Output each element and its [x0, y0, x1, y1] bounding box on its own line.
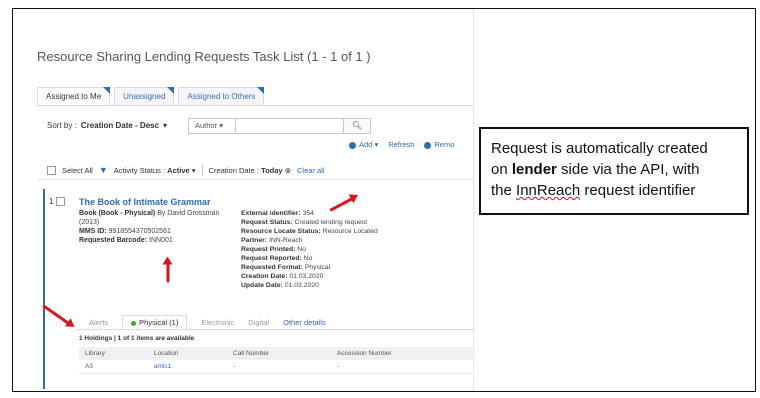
table-cell-library: A3: [79, 360, 148, 374]
chevron-down-icon: ▾: [219, 121, 223, 130]
search-button[interactable]: 🔍︎: [343, 118, 371, 134]
page-title: Resource Sharing Lending Requests Task L…: [37, 49, 371, 64]
tab-physical[interactable]: Physical (1): [122, 315, 188, 330]
detail-external-identifier: External identifier: 354: [241, 210, 314, 217]
annotation-callout: Request is automatically created on lend…: [479, 127, 749, 215]
task-tabs: Assigned to Me Unassigned Assigned to Ot…: [37, 87, 265, 106]
search-input[interactable]: [235, 118, 345, 134]
table-cell-location-link[interactable]: amlc1: [147, 360, 227, 374]
record-subtabs: Alerts Physical (1) Electronic Digital O…: [89, 315, 326, 330]
tab-corner-marker: [103, 87, 111, 94]
search-icon: 🔍︎: [351, 121, 363, 130]
activity-status-filter[interactable]: Activity Status : Active ▾: [114, 166, 196, 175]
list-actions: Add ▾ Refresh Remo: [349, 140, 455, 149]
creation-date-filter[interactable]: Creation Date : Today ⊗: [209, 166, 291, 175]
tab-other-details[interactable]: Other details: [283, 318, 326, 327]
record-format: Book (Book - Physical): [79, 210, 156, 217]
annotation-arrow-barcode: [166, 262, 170, 283]
select-all-checkbox[interactable]: [47, 165, 56, 175]
refresh-button[interactable]: Refresh: [388, 140, 414, 149]
tab-assigned-to-others[interactable]: Assigned to Others: [178, 87, 265, 106]
table-cell-accession-number: -: [331, 360, 475, 374]
detail-creation-date: Creation Date: 01.03.2020: [241, 273, 324, 280]
tab-electronic[interactable]: Electronic: [201, 318, 234, 327]
detail-resource-locate-status: Resource Locate Status: Resource Located: [241, 228, 378, 235]
select-all-label: Select All: [62, 165, 93, 175]
record-number: 1: [49, 197, 66, 206]
record-bib-info: Book (Book - Physical) By David Grossman…: [79, 210, 220, 244]
mms-id: 9918554370502561: [108, 228, 171, 235]
filter-icon: ▼: [98, 165, 108, 175]
task-list-screenshot: Resource Sharing Lending Requests Task L…: [13, 9, 475, 391]
column-header: Call Number: [227, 347, 332, 360]
slide-frame: Resource Sharing Lending Requests Task L…: [12, 8, 756, 392]
divider: [201, 164, 203, 176]
detail-update-date: Update Date: 01.03.2020: [241, 282, 319, 289]
table-row: A3 amlc1 - -: [79, 360, 475, 374]
clear-all-link[interactable]: Clear all: [297, 166, 325, 175]
add-button[interactable]: Add ▾: [349, 140, 378, 149]
search-field-selector[interactable]: Author ▾: [188, 118, 236, 134]
tab-alerts[interactable]: Alerts: [89, 318, 108, 327]
divider: [37, 179, 473, 180]
requested-barcode: INN001: [149, 237, 173, 244]
record-checkbox[interactable]: [56, 197, 66, 206]
tab-corner-marker: [257, 87, 265, 94]
detail-partner: Partner: INN-Reach: [241, 237, 303, 244]
detail-requested-format: Requested Format: Physical: [241, 264, 331, 271]
status-dot-icon: [131, 320, 137, 326]
column-header: Library: [79, 347, 148, 360]
record-title-link[interactable]: The Book of Intimate Grammar: [79, 197, 211, 207]
table-cell-call-number: -: [227, 360, 332, 374]
detail-request-status: Request Status: Created lending request: [241, 219, 368, 226]
filter-bar: Select All ▼ Activity Status : Active ▾ …: [47, 164, 325, 176]
holdings-table: Library Location Call Number Accession N…: [79, 347, 475, 374]
chevron-down-icon: ▾: [163, 121, 168, 130]
tab-corner-marker: [167, 87, 175, 94]
sort-label: Sort by :: [47, 121, 77, 130]
record-details: External identifier: 354 Request Status:…: [241, 209, 471, 290]
detail-request-reported: Request Reported: No: [241, 255, 313, 262]
minus-icon: [424, 141, 432, 149]
tab-unassigned[interactable]: Unassigned: [114, 87, 175, 106]
sort-control[interactable]: Sort by : Creation Date - Desc ▾: [47, 121, 167, 130]
tab-underline: [37, 105, 473, 106]
tab-assigned-to-me[interactable]: Assigned to Me: [37, 87, 111, 106]
plus-icon: [349, 141, 356, 149]
remove-button[interactable]: Remo: [424, 140, 455, 149]
column-header: Location: [147, 347, 227, 360]
sort-value: Creation Date - Desc: [80, 121, 160, 130]
tab-digital[interactable]: Digital: [248, 318, 269, 327]
column-header: Accession Number: [331, 347, 475, 360]
detail-request-printed: Request Printed: No: [241, 246, 306, 253]
request-record: 1 The Book of Intimate Grammar Book (Boo…: [43, 189, 475, 389]
holdings-summary: 1 Holdings | 1 of 1 items are available: [79, 335, 195, 342]
clear-filter-icon[interactable]: ⊗: [285, 166, 291, 175]
divider: [75, 329, 475, 330]
